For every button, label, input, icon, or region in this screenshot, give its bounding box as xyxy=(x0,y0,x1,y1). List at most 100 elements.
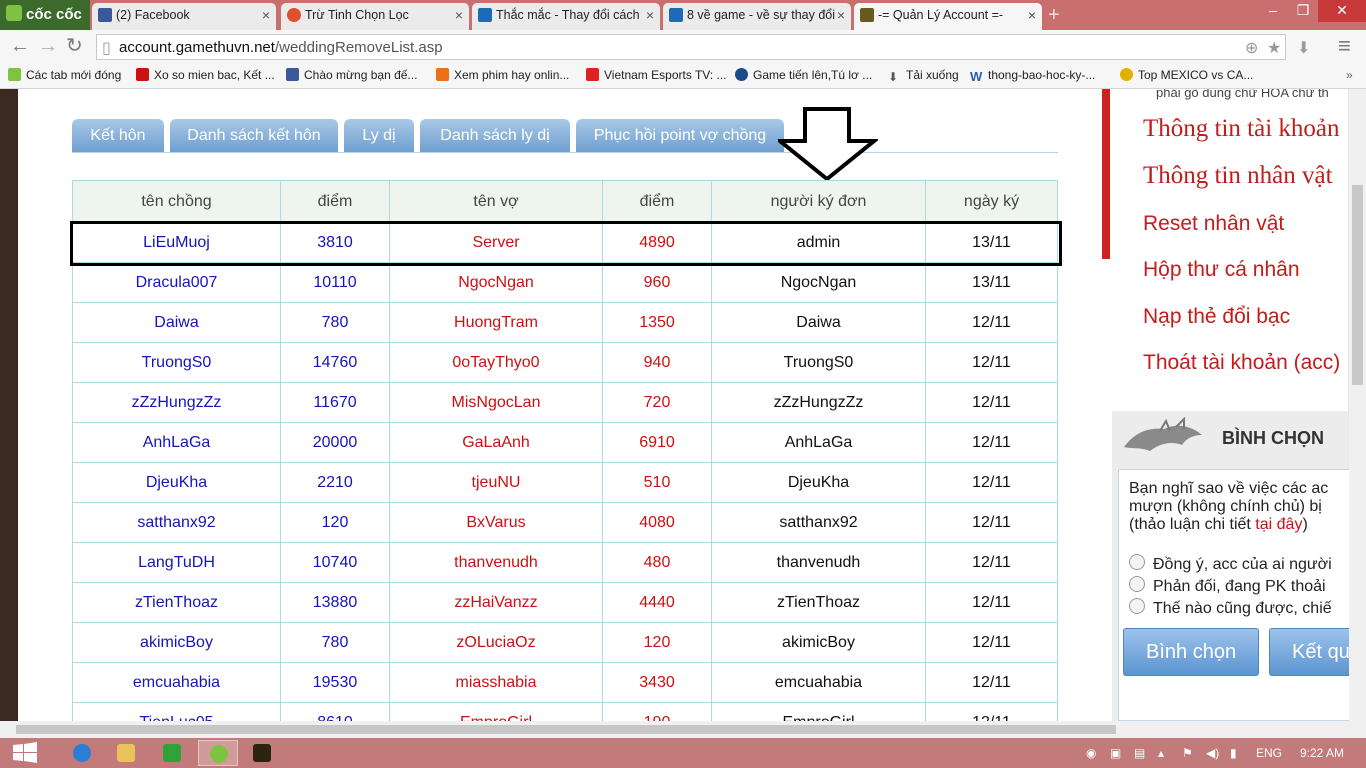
poll-option-disagree[interactable]: Phản đối, đang PK thoải xyxy=(1129,576,1326,596)
table-row: DjeuKha 2210 tjeuNU 510 DjeuKha 12/11 xyxy=(72,462,1058,503)
close-icon[interactable]: × xyxy=(837,3,845,27)
cell-wife-name: NgocNgan xyxy=(389,262,603,303)
cell-wife-points: 190 xyxy=(602,702,712,721)
clock[interactable]: 9:22 AM xyxy=(1300,746,1344,760)
store-taskbar-button[interactable] xyxy=(152,740,192,766)
dragon-emblem-icon xyxy=(1124,417,1202,451)
tab-label: Trừ Tinh Chọn Lọc xyxy=(305,8,409,22)
browser-tab-quan-ly-account[interactable]: -= Quản Lý Account =- × xyxy=(854,3,1042,30)
menu-character-info[interactable]: Thông tin nhân vật xyxy=(1143,162,1333,190)
cell-sign-date: 12/11 xyxy=(925,702,1058,721)
poll-question-line: (thảo luận chi tiết tại đây) xyxy=(1129,516,1349,534)
radio-button[interactable] xyxy=(1129,554,1145,570)
cell-husband-name: emcuahabia xyxy=(72,662,281,703)
folder-icon xyxy=(117,744,135,762)
bookmark-star-icon[interactable]: ★ xyxy=(1267,38,1281,58)
zoom-icon[interactable]: ⊕ xyxy=(1245,38,1258,58)
url-host: account.gamethuvn.net xyxy=(119,39,275,56)
page-viewport: Kết hôn Danh sách kết hôn Ly dị Danh sác… xyxy=(0,89,1366,721)
tray-app-icon[interactable]: ◉ xyxy=(1086,746,1096,760)
menu-card-topup[interactable]: Nạp thẻ đổi bạc xyxy=(1143,305,1290,329)
bookmarks-overflow-button[interactable]: » xyxy=(1346,68,1353,82)
radio-button[interactable] xyxy=(1129,598,1145,614)
radio-button[interactable] xyxy=(1129,576,1145,592)
cell-sign-date: 13/11 xyxy=(925,222,1058,263)
browser-tab-ve-game[interactable]: 8 về game - về sự thay đổi × xyxy=(663,3,851,30)
reload-button[interactable]: ↻ xyxy=(66,35,83,57)
poll-results-button[interactable]: Kết qu xyxy=(1269,628,1349,676)
coccoc-logo[interactable]: cốc cốc xyxy=(0,0,90,30)
browser-tab-thac-mac[interactable]: Thắc mắc - Thay đổi cách × xyxy=(472,3,660,30)
start-button[interactable] xyxy=(4,740,44,766)
volume-icon[interactable]: ◀) xyxy=(1206,746,1219,760)
back-button[interactable]: ← xyxy=(10,35,30,57)
facebook-icon xyxy=(286,68,299,81)
game-taskbar-button[interactable] xyxy=(242,740,282,766)
cell-wife-name: HuongTram xyxy=(389,302,603,343)
new-tab-button[interactable]: + xyxy=(1048,5,1060,25)
tray-expand-icon[interactable]: ▴ xyxy=(1158,746,1164,760)
explorer-taskbar-button[interactable] xyxy=(106,740,146,766)
cell-husband-name: Daiwa xyxy=(72,302,281,343)
tray-app-icon[interactable]: ▤ xyxy=(1134,746,1145,760)
poll-option-agree[interactable]: Đồng ý, acc của ai người xyxy=(1129,554,1332,574)
bookmark-item[interactable]: Game tiến lên,Tú lơ ... xyxy=(735,68,872,82)
bookmark-item[interactable]: Chào mừng bạn đế... xyxy=(286,68,417,82)
discussion-link[interactable]: tại đây xyxy=(1255,516,1302,533)
close-icon[interactable]: × xyxy=(455,3,463,27)
menu-icon[interactable]: ≡ xyxy=(1338,35,1351,57)
browser-tab-bar: cốc cốc (2) Facebook × Trừ Tinh Chọn Lọc… xyxy=(0,0,1366,30)
ie-taskbar-button[interactable] xyxy=(62,740,102,766)
language-indicator[interactable]: ENG xyxy=(1256,746,1282,760)
bookmark-item[interactable]: Các tab mới đóng xyxy=(8,68,121,82)
table-row: zZzHungzZz 11670 MisNgocLan 720 zZzHungzZz 12… xyxy=(72,382,1058,423)
vote-button[interactable]: Bình chọn xyxy=(1123,628,1260,676)
main-content: Kết hôn Danh sách kết hôn Ly dị Danh sác… xyxy=(18,89,1108,721)
action-center-icon[interactable]: ⚑ xyxy=(1182,746,1193,760)
tab-ket-hon[interactable]: Kết hôn xyxy=(72,119,164,152)
download-icon[interactable]: ⬇ xyxy=(1297,38,1310,58)
table-row: Daiwa 780 HuongTram 1350 Daiwa 12/11 xyxy=(72,302,1058,343)
sidebar-note: phải gõ dùng chữ HOA chữ th xyxy=(1156,89,1329,100)
address-bar[interactable]: ▯ account.gamethuvn.net/weddingRemoveLis… xyxy=(96,34,1310,60)
table-row: satthanx92 120 BxVarus 4080 satthanx92 12/11 xyxy=(72,502,1058,543)
menu-account-info[interactable]: Thông tin tài khoản xyxy=(1143,115,1340,143)
facebook-icon xyxy=(98,8,112,22)
menu-logout[interactable]: Thoát tài khoản (acc) xyxy=(1143,351,1340,375)
menu-reset-character[interactable]: Reset nhân vật xyxy=(1143,212,1284,236)
horizontal-scrollbar-thumb[interactable] xyxy=(16,725,1116,734)
bookmark-item[interactable]: ⬇ Tải xuống xyxy=(888,68,959,84)
bookmark-item[interactable]: Wthong-bao-hoc-ky-... xyxy=(970,68,1095,83)
bookmark-item[interactable]: Vietnam Esports TV: ... xyxy=(586,68,727,82)
forward-button[interactable]: → xyxy=(38,35,58,57)
minimize-button[interactable]: – xyxy=(1260,0,1286,22)
coccoc-taskbar-button[interactable] xyxy=(198,740,238,766)
close-icon[interactable]: × xyxy=(1028,3,1036,27)
close-window-button[interactable]: ✕ xyxy=(1318,0,1366,22)
menu-personal-mailbox[interactable]: Hộp thư cá nhân xyxy=(1143,258,1300,282)
horizontal-scrollbar[interactable] xyxy=(0,721,1366,738)
url-text[interactable]: account.gamethuvn.net/weddingRemoveList.… xyxy=(119,39,443,56)
bookmark-item[interactable]: Xo so mien bac, Kết ... xyxy=(136,68,275,82)
vertical-scrollbar[interactable] xyxy=(1349,89,1366,721)
close-icon[interactable]: × xyxy=(262,3,270,27)
bookmark-item[interactable]: Xem phim hay onlin... xyxy=(436,68,569,82)
close-icon[interactable]: × xyxy=(646,3,654,27)
table-row: akimicBoy 780 zOLuciaOz 120 akimicBoy 12/11 xyxy=(72,622,1058,663)
poll-option-neutral[interactable]: Thế nào cũng được, chiế xyxy=(1129,598,1332,618)
tab-danh-sach-ly-di[interactable]: Danh sách ly dị xyxy=(420,119,570,152)
right-sidebar: phải gõ dùng chữ HOA chữ th Thông tin tà… xyxy=(1096,89,1350,721)
tab-phuc-hoi-point[interactable]: Phục hồi point vợ chồng xyxy=(576,119,784,152)
battery-icon[interactable]: ▮ xyxy=(1230,746,1237,760)
browser-tab-facebook[interactable]: (2) Facebook × xyxy=(92,3,276,30)
bookmarks-bar: Các tab mới đóng Xo so mien bac, Kết ...… xyxy=(0,64,1366,89)
tab-ly-di[interactable]: Ly dị xyxy=(344,119,414,152)
restore-button[interactable]: ❐ xyxy=(1290,0,1316,22)
bookmark-item[interactable]: Top MEXICO vs CA... xyxy=(1120,68,1253,82)
tray-app-icon[interactable]: ▣ xyxy=(1110,746,1121,760)
tab-danh-sach-ket-hon[interactable]: Danh sách kết hôn xyxy=(170,119,338,152)
cell-husband-name: LangTuDH xyxy=(72,542,281,583)
tab-label: Thắc mắc - Thay đổi cách xyxy=(496,8,640,22)
browser-tab-tru-tinh[interactable]: Trừ Tinh Chọn Lọc × xyxy=(281,3,469,30)
vertical-scrollbar-thumb[interactable] xyxy=(1352,185,1363,385)
